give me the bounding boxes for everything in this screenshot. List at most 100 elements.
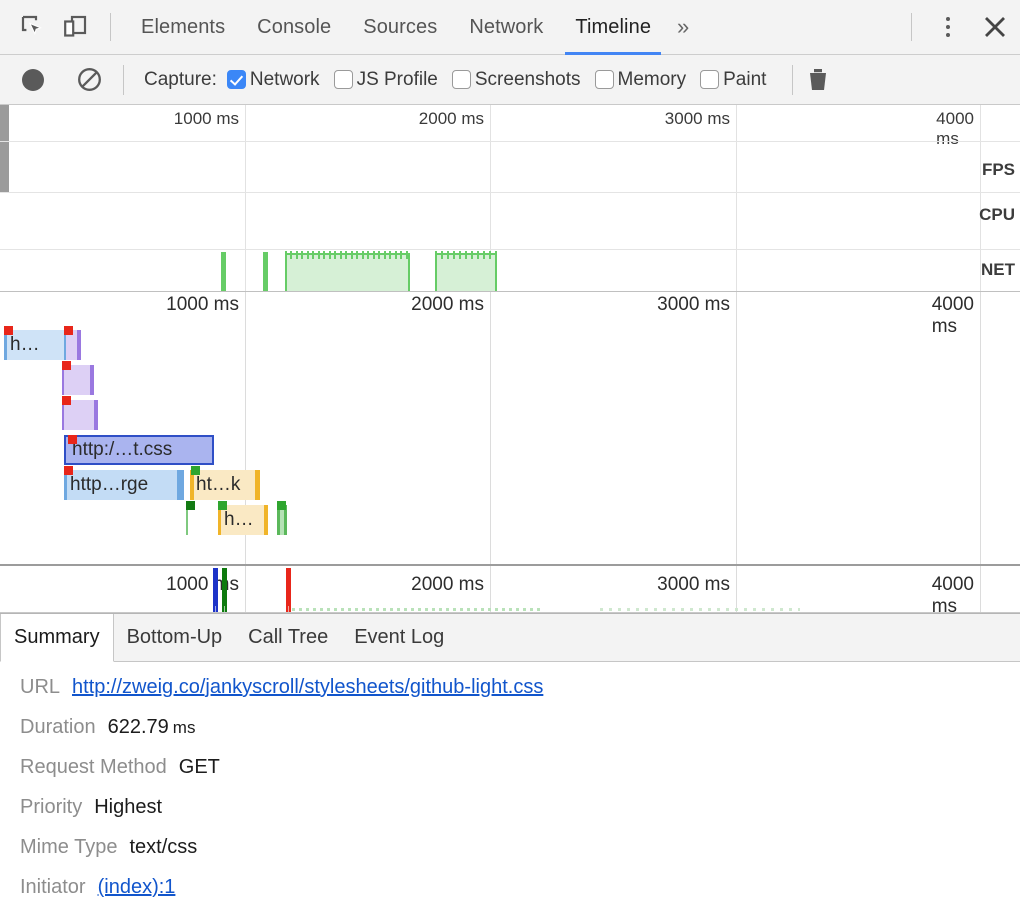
device-toolbar-icon[interactable] [54, 6, 96, 48]
table-row-selected[interactable]: http:/…t.css [64, 435, 214, 465]
tab-call-tree[interactable]: Call Tree [235, 614, 341, 661]
overview-band-divider [0, 141, 1020, 142]
summary-value-request-method: GET [179, 756, 220, 779]
event-dotted-trail [600, 608, 800, 611]
tab-label: Timeline [575, 16, 651, 39]
trash-icon[interactable] [805, 67, 831, 93]
summary-body: URL http://zweig.co/jankyscroll/styleshe… [0, 662, 1020, 916]
overview-fps-bar [221, 252, 226, 292]
details-tab-label: Call Tree [248, 626, 328, 649]
checkbox-memory[interactable] [595, 70, 614, 89]
table-row[interactable]: h… [218, 505, 268, 535]
tab-elements[interactable]: Elements [125, 0, 241, 55]
table-row[interactable] [62, 365, 94, 395]
clear-recording-icon[interactable] [67, 58, 111, 102]
load-event-tail [288, 606, 289, 612]
summary-row-duration: Duration 622.79 ms [20, 716, 1020, 739]
table-row[interactable] [277, 505, 287, 535]
table-row[interactable] [186, 505, 190, 535]
checkbox-network[interactable] [227, 70, 246, 89]
overview-fps-jagged [435, 251, 497, 259]
summary-unit: ms [173, 718, 196, 738]
summary-row-priority: Priority Highest [20, 796, 1020, 819]
summary-row-url: URL http://zweig.co/jankyscroll/styleshe… [20, 676, 1020, 699]
priority-marker [64, 466, 73, 475]
waterfall-tick-bottom: 3000 ms [657, 574, 736, 596]
summary-row-mime-type: Mime Type text/css [20, 836, 1020, 859]
checkbox-js-profile[interactable] [334, 70, 353, 89]
tab-summary[interactable]: Summary [0, 614, 114, 662]
details-tab-label: Event Log [354, 626, 444, 649]
capture-option-memory[interactable]: Memory [595, 69, 687, 91]
capture-option-screenshots[interactable]: Screenshots [452, 69, 581, 91]
capture-option-paint[interactable]: Paint [700, 69, 766, 91]
capture-option-label: Paint [723, 69, 766, 91]
waterfall-gridline-bottom [980, 566, 981, 612]
paint-event-tail [224, 606, 225, 612]
panel-tabs: Elements Console Sources Network Timelin… [125, 0, 699, 55]
tab-network[interactable]: Network [453, 0, 559, 55]
tab-sources[interactable]: Sources [347, 0, 453, 55]
devtools-tabbar: Elements Console Sources Network Timelin… [0, 0, 1020, 55]
tab-label: Console [257, 16, 331, 39]
tab-console[interactable]: Console [241, 0, 347, 55]
overview-band-divider [0, 249, 1020, 250]
tab-event-log[interactable]: Event Log [341, 614, 457, 661]
summary-key: Initiator [20, 876, 86, 899]
paint-marker [277, 501, 286, 510]
table-row[interactable] [62, 400, 98, 430]
toolbar-divider [110, 13, 111, 41]
overview-tick: 3000 ms [665, 109, 736, 129]
checkbox-screenshots[interactable] [452, 70, 471, 89]
overview-band-divider [0, 192, 1020, 193]
capture-divider [123, 65, 124, 95]
overview-fps-bar [263, 252, 268, 292]
tab-label: Elements [141, 16, 225, 39]
close-icon[interactable] [970, 5, 1020, 49]
priority-marker [64, 326, 73, 335]
toolbar-divider-right [911, 13, 912, 41]
overview-fps-jagged [285, 251, 410, 259]
checkbox-paint[interactable] [700, 70, 719, 89]
overview-ruler: 1000 ms 2000 ms 3000 ms 4000 ms [0, 105, 1020, 141]
waterfall-ruler-top: 1000 ms 2000 ms 3000 ms 4000 ms [0, 292, 1020, 324]
dcl-event-tail [215, 606, 216, 612]
event-dotted-trail [292, 608, 542, 611]
overview-band-label-fps: FPS [982, 160, 1015, 180]
summary-value-url[interactable]: http://zweig.co/jankyscroll/stylesheets/… [72, 676, 543, 699]
tab-timeline[interactable]: Timeline [559, 0, 667, 55]
capture-option-label: Network [250, 69, 320, 91]
details-tabs: Summary Bottom-Up Call Tree Event Log [0, 614, 1020, 662]
waterfall-tick: 1000 ms [166, 294, 245, 316]
priority-marker [4, 326, 13, 335]
capture-option-network[interactable]: Network [227, 69, 320, 91]
capture-option-label: JS Profile [357, 69, 438, 91]
capture-option-js-profile[interactable]: JS Profile [334, 69, 438, 91]
inspect-element-icon[interactable] [12, 6, 54, 48]
waterfall-tick: 4000 ms [932, 294, 980, 338]
overview-tick: 4000 ms [936, 109, 980, 149]
table-row[interactable]: ht…k [190, 470, 260, 500]
summary-value-mime-type: text/css [129, 836, 197, 859]
network-waterfall[interactable]: 1000 ms 2000 ms 3000 ms 4000 ms h… [0, 292, 1020, 613]
summary-row-request-method: Request Method GET [20, 756, 1020, 779]
record-circle-icon[interactable] [11, 58, 55, 102]
details-tab-label: Summary [14, 626, 100, 649]
tab-bottom-up[interactable]: Bottom-Up [114, 614, 236, 661]
waterfall-gridline-bottom [490, 566, 491, 612]
summary-value-duration: 622.79 [108, 716, 169, 739]
table-row[interactable]: http…rge [64, 470, 184, 500]
waterfall-tick-bottom: 2000 ms [411, 574, 490, 596]
more-tabs-icon[interactable]: » [667, 0, 699, 55]
waterfall-tick: 2000 ms [411, 294, 490, 316]
capture-option-label: Screenshots [475, 69, 581, 91]
tab-label: Sources [363, 16, 437, 39]
timeline-overview[interactable]: 1000 ms 2000 ms 3000 ms 4000 ms FPS CPU … [0, 105, 1020, 292]
waterfall-gridline-bottom [245, 566, 246, 612]
waterfall-tick-bottom: 1000 ms [166, 574, 245, 596]
waterfall-ruler-bottom: 1000 ms 2000 ms 3000 ms 4000 ms [0, 564, 1020, 612]
summary-value-initiator[interactable]: (index):1 [98, 876, 176, 899]
more-options-icon[interactable] [926, 5, 970, 49]
summary-key: Mime Type [20, 836, 117, 859]
overview-window-handle[interactable] [0, 105, 9, 192]
